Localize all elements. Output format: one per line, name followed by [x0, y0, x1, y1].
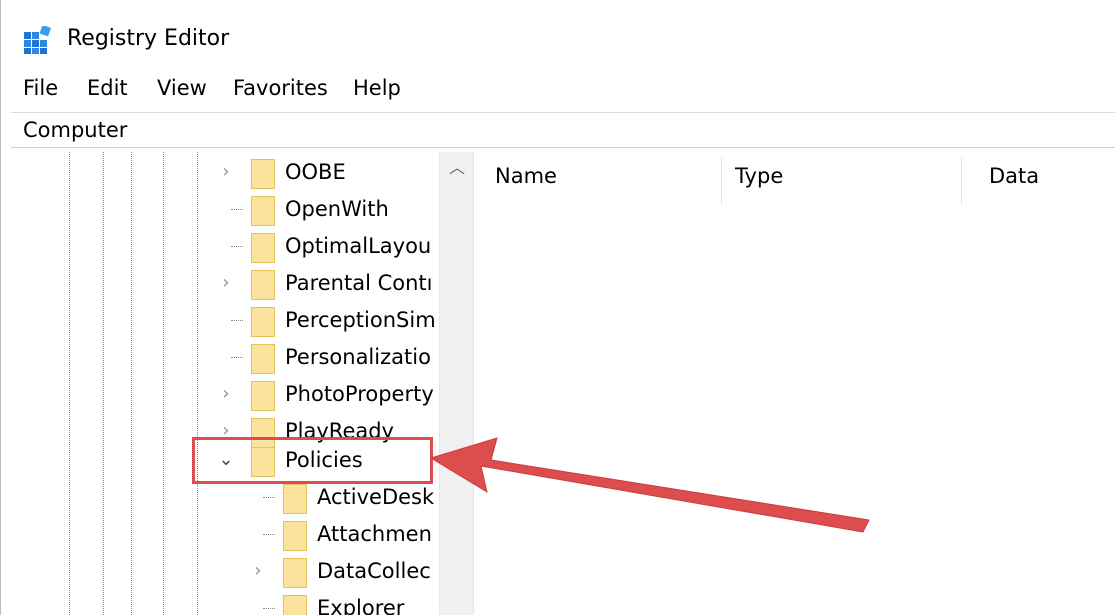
tree-item-openwith[interactable]: OpenWith: [11, 192, 439, 229]
column-header-name[interactable]: Name: [495, 164, 557, 188]
registry-editor-icon: [24, 24, 52, 54]
menu-edit[interactable]: Edit: [87, 76, 128, 100]
address-bar[interactable]: Computer: [11, 112, 1115, 148]
tree-item-label: DataCollec: [317, 559, 431, 583]
chevron-right-icon[interactable]: ›: [249, 562, 267, 580]
registry-editor-window: Registry Editor File Edit View Favorites…: [0, 0, 1115, 615]
tree-item-photoproperty[interactable]: › PhotoProperty: [11, 377, 439, 414]
chevron-up-icon[interactable]: ︿: [447, 158, 467, 178]
tree-connector: [263, 534, 275, 535]
tree-connector: [231, 320, 243, 321]
tree-item-activedesktop[interactable]: ActiveDesk: [11, 480, 439, 517]
menu-help[interactable]: Help: [353, 76, 401, 100]
key-tree-pane[interactable]: › OOBE OpenWith OptimalLayou › Parental …: [11, 152, 474, 615]
tree-connector: [231, 357, 243, 358]
tree-item-attachments[interactable]: Attachmen: [11, 517, 439, 554]
address-path[interactable]: Computer: [23, 118, 127, 142]
tree-item-parental-controls[interactable]: › Parental Contı: [11, 266, 439, 303]
folder-icon: [251, 159, 275, 189]
tree-item-personalization[interactable]: Personalizatio: [11, 340, 439, 377]
highlight-box: [192, 437, 433, 484]
folder-icon: [283, 484, 307, 514]
chevron-right-icon[interactable]: ›: [217, 274, 235, 292]
tree-item-label: Attachmen: [317, 522, 432, 546]
menu-favorites[interactable]: Favorites: [233, 76, 328, 100]
menu-file[interactable]: File: [23, 76, 58, 100]
tree-item-label: OOBE: [285, 160, 346, 184]
values-list-pane[interactable]: Name Type Data: [481, 152, 1115, 615]
tree-item-label: PhotoProperty: [285, 382, 434, 406]
tree-item-label: OpenWith: [285, 197, 389, 221]
tree-item-perceptionsim[interactable]: PerceptionSim: [11, 303, 439, 340]
tree-item-optimallayout[interactable]: OptimalLayou: [11, 229, 439, 266]
chevron-right-icon[interactable]: ›: [217, 385, 235, 403]
tree-item-label: Parental Contı: [285, 271, 433, 295]
tree-item-label: PerceptionSim: [285, 308, 436, 332]
tree-connector: [231, 209, 243, 210]
folder-icon: [251, 233, 275, 263]
tree-connector: [263, 497, 275, 498]
tree-item-oobe[interactable]: › OOBE: [11, 155, 439, 192]
folder-icon: [283, 595, 307, 615]
tree-item-label: OptimalLayou: [285, 234, 432, 258]
folder-icon: [283, 521, 307, 551]
chevron-right-icon[interactable]: ›: [217, 163, 235, 181]
column-header-type[interactable]: Type: [735, 164, 783, 188]
folder-icon: [251, 307, 275, 337]
tree-connector: [263, 608, 275, 609]
folder-icon: [251, 196, 275, 226]
column-divider[interactable]: [961, 157, 962, 205]
tree-item-label: ActiveDesk: [317, 485, 435, 509]
menu-view[interactable]: View: [157, 76, 207, 100]
tree-item-label: Personalizatio: [285, 345, 431, 369]
tree-item-datacollection[interactable]: › DataCollec: [11, 554, 439, 591]
folder-icon: [251, 270, 275, 300]
folder-icon: [251, 381, 275, 411]
menu-bar: File Edit View Favorites Help: [1, 70, 1115, 106]
column-divider[interactable]: [721, 157, 722, 205]
column-header-data[interactable]: Data: [989, 164, 1039, 188]
window-title: Registry Editor: [67, 26, 230, 51]
tree-connector: [231, 246, 243, 247]
tree-item-explorer[interactable]: Explorer: [11, 591, 439, 615]
title-bar: Registry Editor: [1, 0, 1115, 66]
folder-icon: [251, 344, 275, 374]
folder-icon: [283, 558, 307, 588]
tree-item-label: Explorer: [317, 596, 405, 615]
tree-scrollbar[interactable]: ︿: [439, 152, 473, 615]
